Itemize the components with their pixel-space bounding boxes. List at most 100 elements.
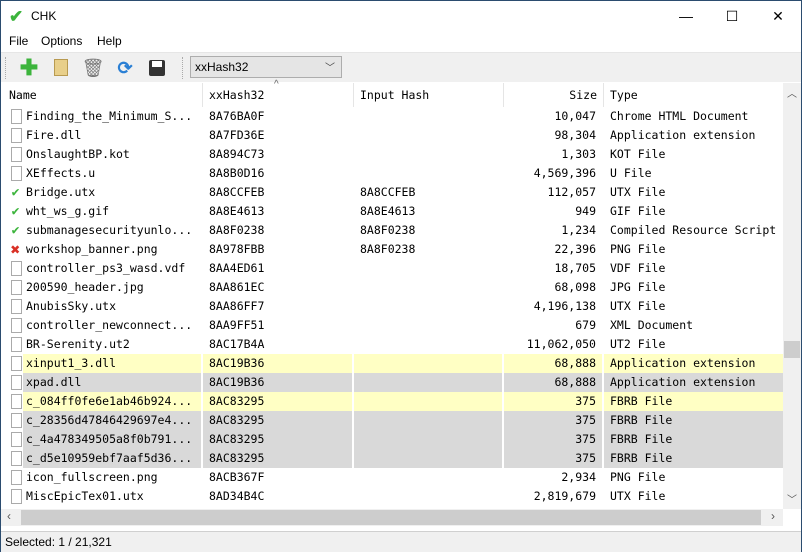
- cell-size: 112,057: [504, 183, 604, 202]
- table-row[interactable]: OnslaughtBP.kot 8A894C73 1,303 KOT File: [1, 145, 783, 164]
- cell-input: 8A8F0238: [354, 240, 504, 259]
- table-row[interactable]: ✔ wht_ws_g.gif 8A8E4613 8A8E4613 949 GIF File: [1, 202, 783, 221]
- scrollbar-thumb[interactable]: [21, 510, 761, 525]
- cell-size: 1,303: [504, 145, 604, 164]
- vertical-scrollbar[interactable]: ︿ ﹀: [783, 83, 801, 509]
- table-row[interactable]: XEffects.u 8A8B0D16 4,569,396 U File: [1, 164, 783, 183]
- table-row[interactable]: c_d5e10959ebf7aaf5d36... 8AC83295 375 FBRB …: [1, 449, 783, 468]
- cell-type: Application extension: [610, 128, 756, 142]
- column-type[interactable]: Type: [604, 83, 783, 107]
- cell-input: 8A8F0238: [354, 221, 504, 240]
- table-row[interactable]: AnubisSky.utx 8AA86FF7 4,196,138 UTX File: [1, 297, 783, 316]
- cell-type: Application extension: [604, 354, 783, 373]
- cell-hash: 8AA9FF51: [203, 316, 354, 335]
- scroll-up-icon[interactable]: ︿: [787, 85, 797, 100]
- cell-hash: 8AA861EC: [203, 278, 354, 297]
- menu-help[interactable]: Help: [97, 34, 122, 48]
- table-row[interactable]: xpad.dll 8AC19B36 68,888 Application extens…: [1, 373, 783, 392]
- table-row[interactable]: c_4a478349505a8f0b791... 8AC83295 375 FBRB …: [1, 430, 783, 449]
- cell-hash: 8AC17B4A: [203, 335, 354, 354]
- scroll-down-icon[interactable]: ﹀: [787, 491, 797, 506]
- cell-hash: 8AD34B4C: [203, 487, 354, 506]
- table-row[interactable]: BR-Serenity.ut2 8AC17B4A 11,062,050 UT2 Fil…: [1, 335, 783, 354]
- column-input-hash[interactable]: Input Hash: [354, 83, 504, 107]
- cell-input: [354, 354, 504, 373]
- folder-icon[interactable]: [49, 56, 73, 80]
- cell-name: workshop_banner.png: [23, 240, 203, 259]
- hash-algorithm-value: xxHash32: [195, 60, 249, 74]
- cell-type: XML Document: [610, 318, 694, 332]
- cell-type: U File: [610, 166, 652, 180]
- cell-name: xpad.dll: [23, 373, 203, 392]
- cell-size: 375: [504, 411, 604, 430]
- table-row[interactable]: ✔ Bridge.utx 8A8CCFEB 8A8CCFEB 112,057 UTX Fi…: [1, 183, 783, 202]
- close-button[interactable]: ✕: [755, 1, 801, 31]
- cell-size: 98,304: [504, 126, 604, 145]
- scrollbar-thumb[interactable]: [784, 341, 800, 358]
- table-row[interactable]: icon_fullscreen.png 8ACB367F 2,934 PNG File: [1, 468, 783, 487]
- cell-hash: 8A894C73: [203, 145, 354, 164]
- cell-hash: 8A8CCFEB: [203, 183, 354, 202]
- chevron-down-icon: ﹀: [325, 63, 335, 74]
- horizontal-scrollbar[interactable]: ‹ ›: [1, 509, 783, 526]
- cell-type: FBRB File: [604, 392, 783, 411]
- cell-size: 10,047: [504, 107, 604, 126]
- column-size[interactable]: Size: [504, 83, 604, 107]
- cell-name: wht_ws_g.gif: [23, 202, 203, 221]
- toolbar-grip[interactable]: [5, 57, 8, 79]
- table-row[interactable]: c_084ff0fe6e1ab46b924... 8AC83295 375 FBRB …: [1, 392, 783, 411]
- scroll-right-icon[interactable]: ›: [771, 509, 775, 523]
- add-icon[interactable]: ✚: [17, 56, 41, 80]
- cell-input: [354, 392, 504, 411]
- table-row[interactable]: Finding_the_Minimum_S... 8A76BA0F 10,047 Ch…: [1, 107, 783, 126]
- minimize-button[interactable]: —: [663, 1, 709, 31]
- trash-icon[interactable]: 🗑: [81, 56, 105, 80]
- cell-hash: 8A7FD36E: [203, 126, 354, 145]
- menu-options[interactable]: Options: [41, 34, 82, 48]
- table-row[interactable]: MiscEpicTex01.utx 8AD34B4C 2,819,679 UTX Fi…: [1, 487, 783, 506]
- cell-type: FBRB File: [604, 411, 783, 430]
- hash-algorithm-select[interactable]: xxHash32 ﹀: [190, 56, 342, 78]
- table-row[interactable]: xinput1_3.dll 8AC19B36 68,888 Application e…: [1, 354, 783, 373]
- scroll-left-icon[interactable]: ‹: [7, 509, 11, 523]
- file-icon: [11, 318, 22, 333]
- table-row[interactable]: c_28356d47846429697e4... 8AC83295 375 FBRB …: [1, 411, 783, 430]
- cell-type: GIF File: [610, 204, 666, 218]
- cell-type: FBRB File: [604, 430, 783, 449]
- cell-size: 18,705: [504, 259, 604, 278]
- cell-input: [354, 259, 504, 278]
- cell-size: 1,234: [504, 221, 604, 240]
- cell-name: XEffects.u: [23, 164, 203, 183]
- cell-input: 8A8CCFEB: [354, 183, 504, 202]
- menu-file[interactable]: File: [9, 34, 28, 48]
- cell-input: [354, 373, 504, 392]
- cell-name: MiscEpicTex01.utx: [23, 487, 203, 506]
- column-name[interactable]: Name: [1, 83, 203, 107]
- save-icon[interactable]: [145, 56, 169, 80]
- file-icon: [11, 489, 22, 504]
- table-row[interactable]: controller_newconnect... 8AA9FF51 679 XML D…: [1, 316, 783, 335]
- cell-type: KOT File: [610, 147, 666, 161]
- table-row[interactable]: ✖ workshop_banner.png 8A978FBB 8A8F0238 22,3…: [1, 240, 783, 259]
- cell-name: xinput1_3.dll: [23, 354, 203, 373]
- table-row[interactable]: controller_ps3_wasd.vdf 8AA4ED61 18,705 VDF…: [1, 259, 783, 278]
- refresh-icon[interactable]: ⟳: [113, 56, 137, 80]
- list-header: Name xxHash32 ^ Input Hash Size Type: [1, 79, 783, 107]
- file-icon: [11, 280, 22, 295]
- file-list[interactable]: Finding_the_Minimum_S... 8A76BA0F 10,047 Ch…: [1, 107, 783, 509]
- cell-input: [354, 335, 504, 354]
- cell-name: AnubisSky.utx: [23, 297, 203, 316]
- toolbar: ✚ 🗑 ⟳ xxHash32 ﹀: [1, 52, 801, 82]
- cell-hash: 8A8F0238: [203, 221, 354, 240]
- error-x-icon: ✖: [10, 240, 21, 259]
- table-row[interactable]: Fire.dll 8A7FD36E 98,304 Application extens…: [1, 126, 783, 145]
- table-row[interactable]: 200590_header.jpg 8AA861EC 68,098 JPG File: [1, 278, 783, 297]
- table-row[interactable]: ✔ submanagesecurityunlo... 8A8F0238 8A8F023…: [1, 221, 783, 240]
- toolbar-grip[interactable]: [182, 57, 185, 79]
- maximize-button[interactable]: ☐: [709, 1, 755, 31]
- cell-name: Fire.dll: [23, 126, 203, 145]
- cell-hash: 8AC83295: [203, 449, 354, 468]
- cell-hash: 8AC83295: [203, 392, 354, 411]
- checkmark-icon: ✔: [11, 185, 20, 200]
- cell-hash: 8A76BA0F: [203, 107, 354, 126]
